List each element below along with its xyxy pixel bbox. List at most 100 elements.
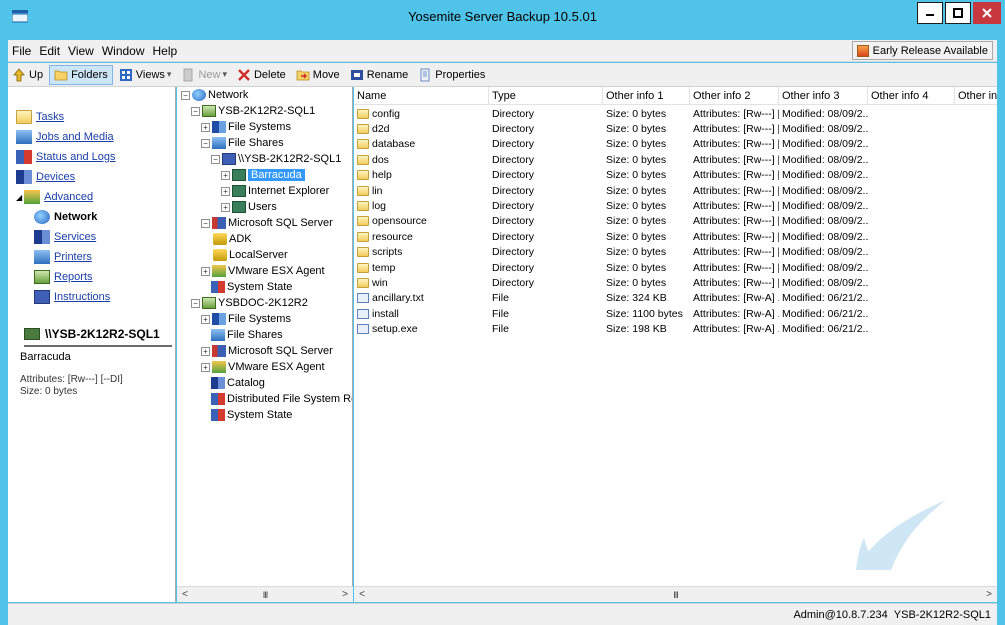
nav-advanced[interactable]: ◢ Advanced <box>16 187 116 207</box>
list-item-name-text: scripts <box>372 246 403 259</box>
menu-view[interactable]: View <box>64 44 98 58</box>
nav-services[interactable]: Services <box>16 227 116 247</box>
menu-help[interactable]: Help <box>149 44 182 58</box>
tree-node-dfs-replica[interactable]: Distributed File System Replica <box>211 391 352 407</box>
scroll-right-icon[interactable]: > <box>337 589 353 600</box>
tree-node-server[interactable]: − YSB-2K12R2-SQL1 <box>191 103 315 119</box>
scroll-left-icon[interactable]: < <box>177 589 193 600</box>
collapse-arrow-icon[interactable]: ◢ <box>16 193 22 202</box>
up-button[interactable]: Up <box>8 65 47 85</box>
nav-tasks[interactable]: Tasks <box>16 107 116 127</box>
scroll-grip[interactable]: III <box>370 590 981 600</box>
list-item[interactable]: help Directory Size: 0 bytes Attributes: [R… <box>354 168 997 183</box>
tree-node-file-shares-2[interactable]: File Shares <box>211 327 283 343</box>
tree-node-localserver[interactable]: LocalServer <box>213 247 288 263</box>
move-icon <box>296 70 310 80</box>
tree-node-unc-server[interactable]: − \\YSB-2K12R2-SQL1 <box>211 151 341 167</box>
new-button[interactable]: New ▾ <box>177 65 231 85</box>
column-header-type[interactable]: Type <box>489 87 603 105</box>
column-header-other-info-4[interactable]: Other info 4 <box>868 87 955 105</box>
collapse-toggle[interactable]: − <box>191 106 200 116</box>
nav-jobs-and-media[interactable]: Jobs and Media <box>16 127 116 147</box>
list-item[interactable]: scripts Directory Size: 0 bytes Attributes:… <box>354 245 997 260</box>
list-item[interactable]: log Directory Size: 0 bytes Attributes: [Rw… <box>354 198 997 213</box>
column-header-other-info-1[interactable]: Other info 1 <box>603 87 690 105</box>
tree-node-file-systems-2[interactable]: + File Systems <box>201 311 291 327</box>
minimize-button[interactable] <box>917 2 943 24</box>
list-item[interactable]: d2d Directory Size: 0 bytes Attributes: [Rw… <box>354 121 997 136</box>
scroll-grip[interactable]: III <box>193 590 337 600</box>
early-release-button[interactable]: Early Release Available <box>851 41 993 60</box>
tree-node-users[interactable]: + Users <box>221 199 277 215</box>
tree-node-adk[interactable]: ADK <box>213 231 252 247</box>
maximize-button[interactable] <box>945 2 971 24</box>
tree-node-barracuda[interactable]: + Barracuda <box>221 167 305 183</box>
tree-node-catalog[interactable]: Catalog <box>211 375 265 391</box>
list-item[interactable]: win Directory Size: 0 bytes Attributes: [Rw… <box>354 275 997 290</box>
delete-button[interactable]: Delete <box>233 65 290 85</box>
list-item[interactable]: ancillary.txt File Size: 324 KB Attributes:… <box>354 291 997 306</box>
folders-button[interactable]: Folders <box>49 64 113 85</box>
collapse-toggle[interactable]: − <box>201 218 210 228</box>
expand-toggle[interactable]: + <box>201 314 210 324</box>
views-button[interactable]: Views ▾ <box>115 65 176 85</box>
column-header-name[interactable]: Name <box>354 87 489 105</box>
expand-toggle[interactable]: + <box>201 362 210 372</box>
close-button[interactable] <box>973 2 1001 24</box>
tree-node-system-state-2[interactable]: System State <box>211 407 292 423</box>
views-dropdown-icon[interactable]: ▾ <box>167 69 172 80</box>
tree-node-vmware-2[interactable]: + VMware ESX Agent <box>201 359 325 375</box>
expand-toggle[interactable]: + <box>201 122 210 132</box>
collapse-toggle[interactable]: − <box>191 298 200 308</box>
properties-button[interactable]: Properties <box>414 65 489 85</box>
tree-horizontal-scrollbar[interactable]: < III > <box>177 586 353 602</box>
list-item[interactable]: opensource Directory Size: 0 bytes Attribut… <box>354 214 997 229</box>
nav-instructions[interactable]: Instructions <box>16 287 116 307</box>
collapse-toggle[interactable]: − <box>211 154 220 164</box>
list-item[interactable]: temp Directory Size: 0 bytes Attributes: [R… <box>354 260 997 275</box>
collapse-toggle[interactable]: − <box>181 90 190 100</box>
tree-node-vmware[interactable]: + VMware ESX Agent <box>201 263 325 279</box>
expand-toggle[interactable]: + <box>201 266 210 276</box>
scroll-left-icon[interactable]: < <box>354 589 370 600</box>
scroll-right-icon[interactable]: > <box>981 589 997 600</box>
list-horizontal-scrollbar[interactable]: < III > <box>354 586 997 602</box>
tree-node-network[interactable]: − Network <box>181 87 248 103</box>
tree-node-sql-server[interactable]: − Microsoft SQL Server <box>201 215 333 231</box>
list-item[interactable]: dos Directory Size: 0 bytes Attributes: [Rw… <box>354 152 997 167</box>
menu-edit[interactable]: Edit <box>35 44 64 58</box>
menu-window[interactable]: Window <box>98 44 149 58</box>
expand-toggle[interactable]: + <box>221 170 230 180</box>
expand-toggle[interactable]: + <box>221 202 230 212</box>
tree-node-server-2[interactable]: − YSBDOC-2K12R2 <box>191 295 308 311</box>
list-item[interactable]: resource Directory Size: 0 bytes Attributes… <box>354 229 997 244</box>
expand-toggle[interactable]: + <box>201 346 210 356</box>
nav-network[interactable]: Network <box>16 207 116 227</box>
rename-button[interactable]: Rename <box>346 65 413 85</box>
list-item-cell: Size: 324 KB <box>606 292 667 305</box>
list-item[interactable]: install File Size: 1100 bytes Attributes: [… <box>354 306 997 321</box>
list-item[interactable]: config Directory Size: 0 bytes Attributes: … <box>354 106 997 121</box>
collapse-toggle[interactable]: − <box>201 138 210 148</box>
nav-status-and-logs[interactable]: Status and Logs <box>16 147 116 167</box>
nav-devices[interactable]: Devices <box>16 167 116 187</box>
column-header-other-info-2[interactable]: Other info 2 <box>690 87 779 105</box>
nav-printers[interactable]: Printers <box>16 247 116 267</box>
move-button[interactable]: Move <box>292 65 344 85</box>
list-item[interactable]: setup.exe File Size: 198 KB Attributes: [Rw… <box>354 321 997 336</box>
tree-node-file-systems[interactable]: + File Systems <box>201 119 291 135</box>
tree-node-file-shares[interactable]: − File Shares <box>201 135 284 151</box>
list-item[interactable]: lin Directory Size: 0 bytes Attributes: [Rw… <box>354 183 997 198</box>
list-item[interactable]: database Directory Size: 0 bytes Attributes… <box>354 137 997 152</box>
tree-node-internet-explorer[interactable]: + Internet Explorer <box>221 183 329 199</box>
tree-node-sql-server-2[interactable]: + Microsoft SQL Server <box>201 343 333 359</box>
new-dropdown-icon[interactable]: ▾ <box>222 69 227 80</box>
column-header-other-info-3[interactable]: Other info 3 <box>779 87 868 105</box>
column-header-other-info[interactable]: Other info <box>955 87 997 105</box>
menu-file[interactable]: File <box>8 44 35 58</box>
tree-node-system-state[interactable]: System State <box>211 279 292 295</box>
expand-toggle[interactable]: + <box>221 186 230 196</box>
file-shares-icon <box>212 137 226 149</box>
nav-reports[interactable]: Reports <box>16 267 116 287</box>
list-item-cell: Size: 0 bytes <box>606 184 667 197</box>
